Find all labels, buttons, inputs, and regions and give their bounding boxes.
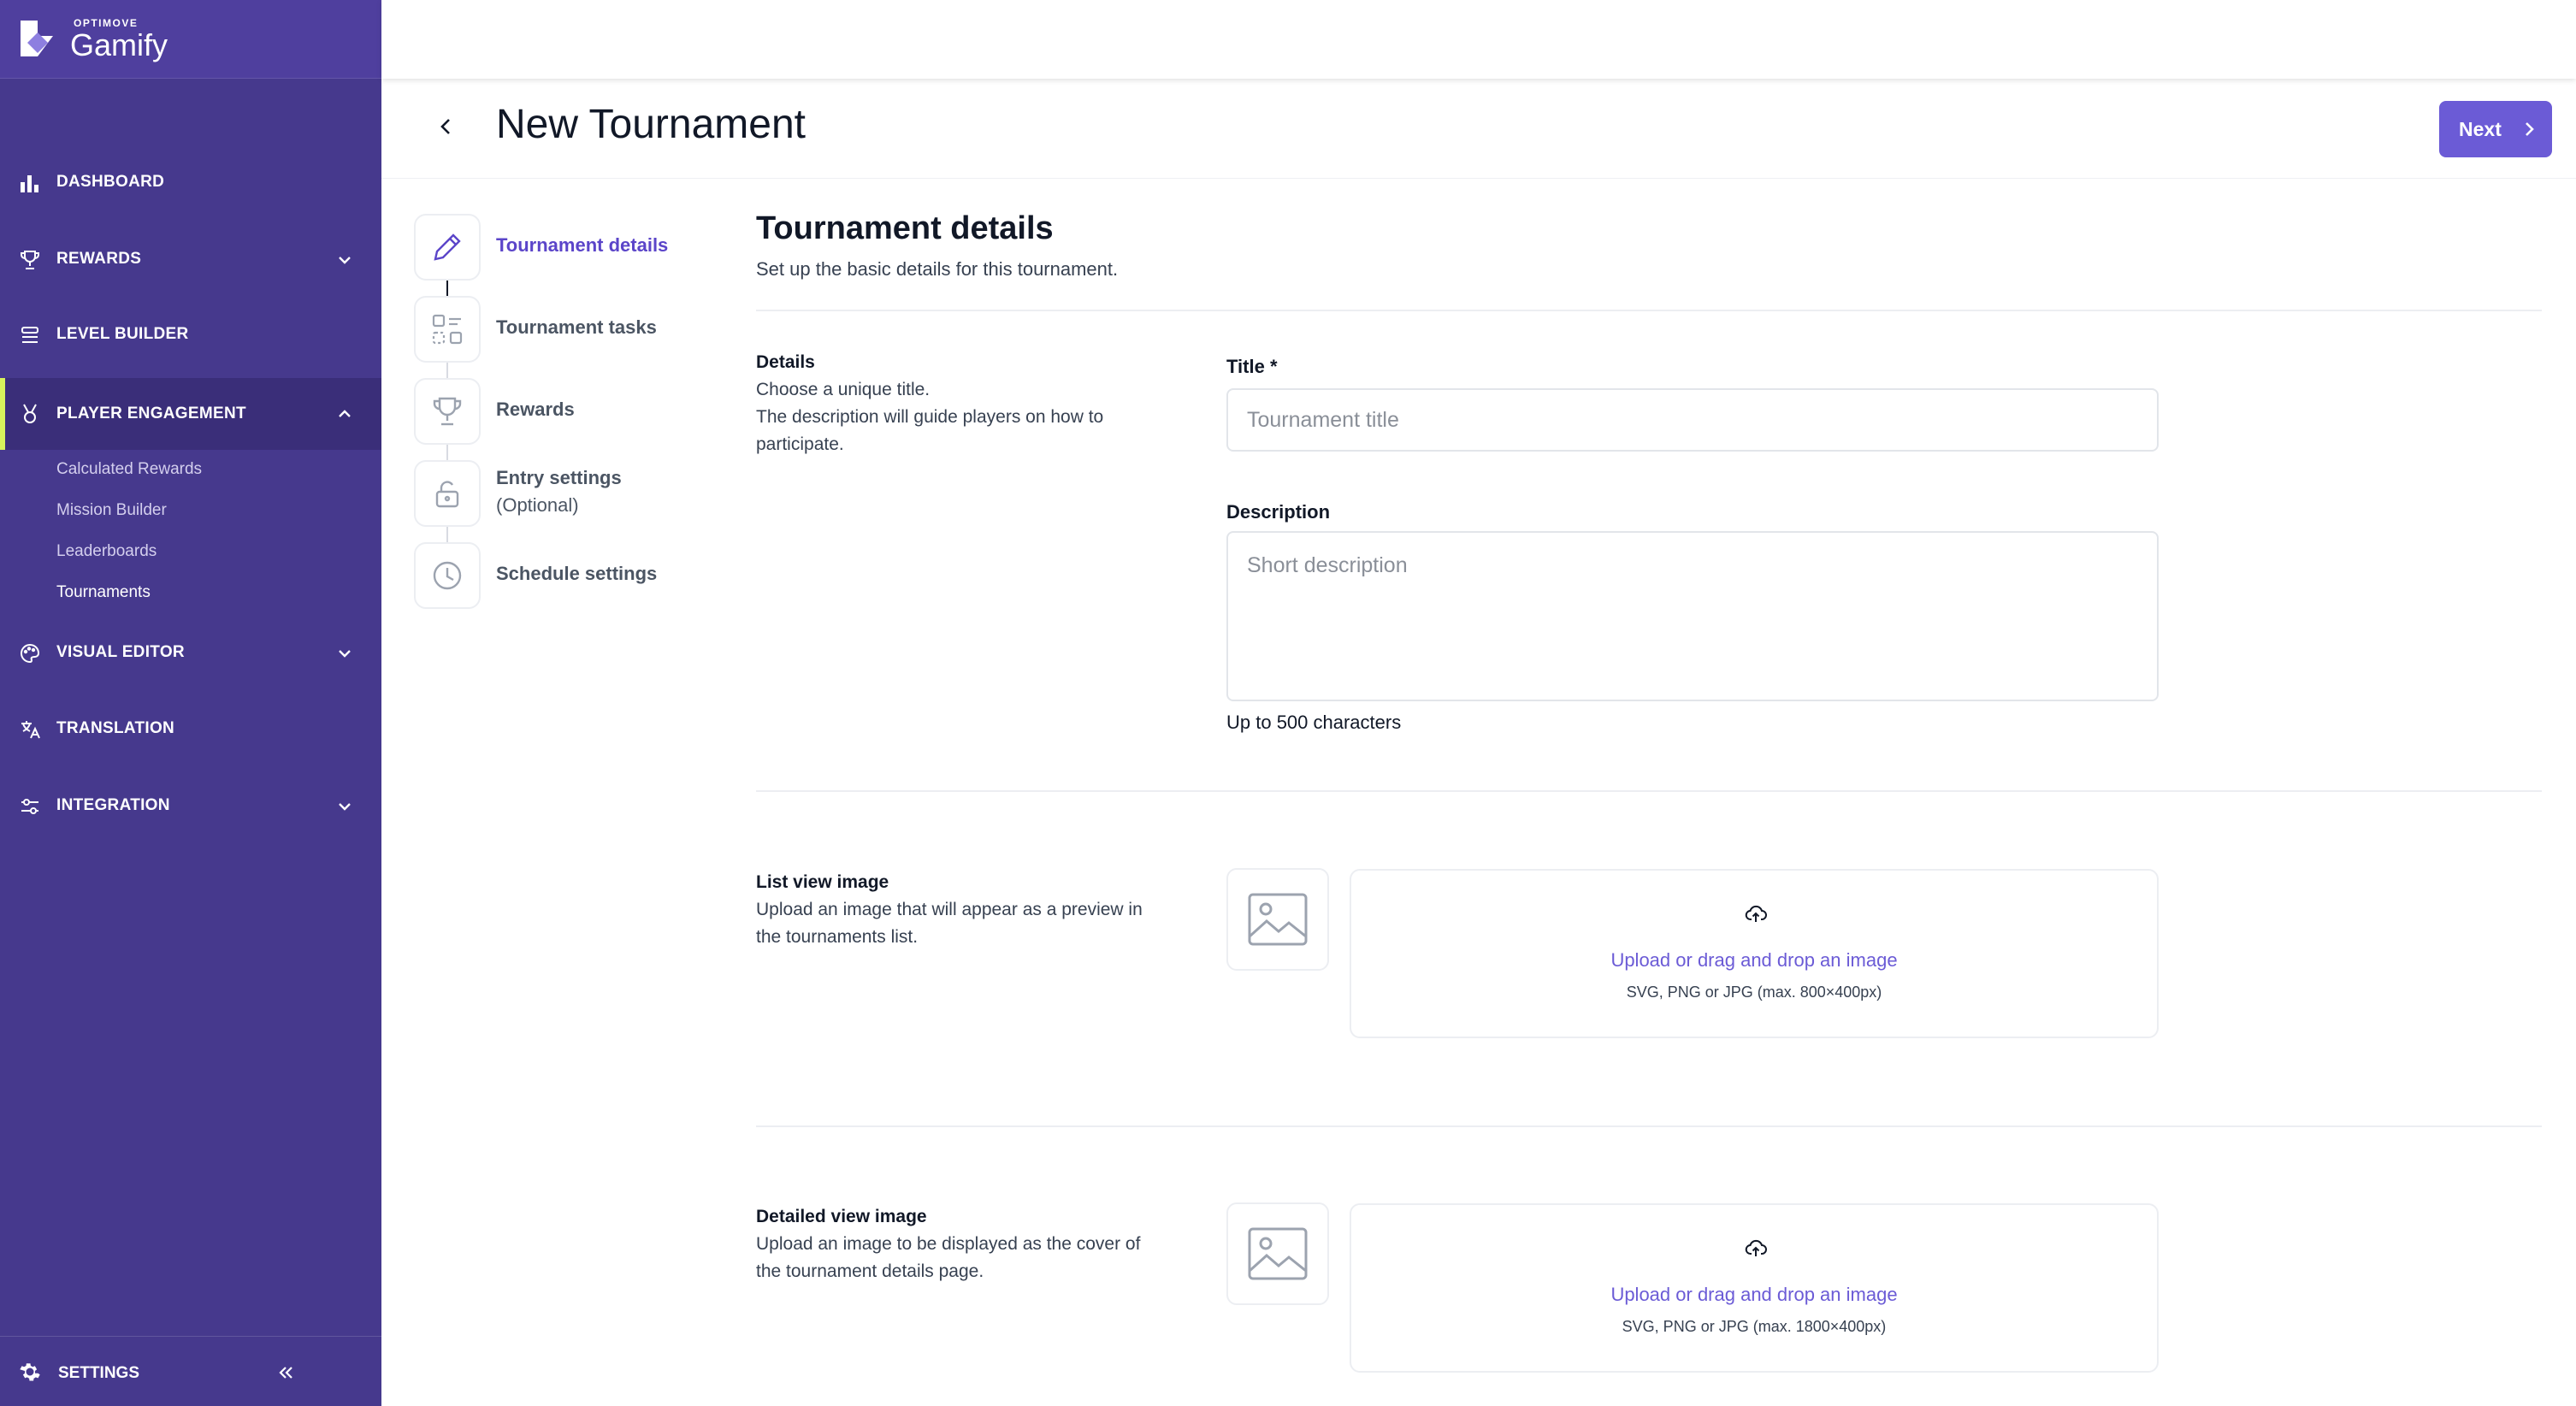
sidebar-footer: SETTINGS — [0, 1336, 381, 1406]
sidebar-subitem-mission-builder[interactable]: Mission Builder — [56, 501, 167, 520]
sidebar-subitem-leaderboards[interactable]: Leaderboards — [56, 542, 157, 561]
sidebar-item-label: LEVEL BUILDER — [56, 325, 189, 343]
sidebar-item-label: PLAYER ENGAGEMENT — [56, 405, 246, 422]
image-placeholder-icon — [1248, 893, 1308, 946]
chevron-down-icon[interactable] — [335, 644, 354, 663]
clock-icon — [433, 561, 462, 590]
sliders-icon — [21, 799, 38, 814]
list-image-group-description: Upload an image that will appear as a pr… — [756, 900, 1143, 947]
step-schedule-settings[interactable] — [414, 542, 481, 609]
sidebar-item-translation[interactable]: TRANSLATION — [0, 695, 381, 762]
step-rewards[interactable] — [414, 378, 481, 445]
step-label-line: Entry settings — [496, 467, 622, 488]
brand-product: Gamify — [70, 27, 168, 62]
details-desc-line: The description will guide players on ho… — [756, 407, 1104, 454]
title-field-label: Title * — [1226, 356, 1278, 377]
next-button-label: Next — [2459, 117, 2502, 140]
sidebar: OPTIMOVE Gamify DASHBOARD REWARDS LEVEL … — [0, 0, 381, 1406]
sidebar-item-player-engagement[interactable]: PLAYER ENGAGEMENT — [0, 378, 381, 450]
detail-image-dropzone[interactable]: Upload or drag and drop an image SVG, PN… — [1350, 1203, 2159, 1373]
sidebar-header: OPTIMOVE Gamify — [0, 0, 381, 79]
sidebar-item-level-builder[interactable]: LEVEL BUILDER — [0, 301, 381, 368]
unlock-icon — [435, 481, 459, 508]
sidebar-item-integration[interactable]: INTEGRATION — [0, 772, 381, 839]
section-subtitle: Set up the basic details for this tourna… — [756, 258, 1119, 280]
chevron-up-icon[interactable] — [335, 405, 354, 423]
page-title: New Tournament — [496, 102, 806, 147]
details-group-description: Choose a unique title. The description w… — [756, 376, 1149, 458]
step-connector — [446, 363, 448, 378]
next-button[interactable]: Next — [2439, 101, 2552, 157]
tasks-icon — [432, 314, 463, 345]
description-hint: Up to 500 characters — [1226, 712, 1402, 733]
sidebar-item-label: TRANSLATION — [56, 719, 175, 737]
detail-image-group-description: Upload an image to be displayed as the c… — [756, 1234, 1141, 1281]
chevron-down-icon[interactable] — [335, 797, 354, 816]
section-divider — [756, 790, 2542, 792]
trophy-icon — [21, 251, 39, 269]
chevron-right-icon — [2526, 122, 2534, 136]
sidebar-subitem-calculated-rewards[interactable]: Calculated Rewards — [56, 460, 202, 479]
sidebar-item-label: DASHBOARD — [56, 173, 165, 191]
top-bar — [381, 0, 2576, 79]
step-label-tournament-tasks[interactable]: Tournament tasks — [496, 314, 657, 341]
detail-image-thumbnail — [1226, 1202, 1329, 1305]
step-connector — [446, 281, 448, 296]
sidebar-item-label: REWARDS — [56, 250, 142, 268]
section-divider — [756, 1125, 2542, 1127]
description-textarea[interactable] — [1226, 531, 2159, 701]
image-placeholder-icon — [1248, 1227, 1308, 1280]
step-label-schedule-settings[interactable]: Schedule settings — [496, 560, 657, 588]
step-connector — [446, 445, 448, 460]
chevron-down-icon[interactable] — [335, 251, 354, 269]
bar-chart-icon — [21, 175, 38, 192]
translate-icon — [21, 721, 40, 739]
sidebar-item-rewards[interactable]: REWARDS — [0, 226, 381, 292]
step-label-rewards[interactable]: Rewards — [496, 396, 575, 423]
collapse-sidebar-icon[interactable] — [275, 1362, 296, 1383]
step-connector — [446, 527, 448, 542]
palette-icon — [21, 643, 40, 664]
step-tournament-tasks[interactable] — [414, 296, 481, 363]
upload-link[interactable]: Upload or drag and drop an image — [1351, 1284, 2157, 1306]
step-label-optional: (Optional) — [496, 494, 579, 516]
title-input[interactable] — [1226, 388, 2159, 452]
trophy-icon — [433, 397, 462, 426]
sidebar-item-label: VISUAL EDITOR — [56, 643, 185, 661]
medal-icon — [23, 404, 37, 423]
details-desc-line: Choose a unique title. — [756, 380, 931, 399]
step-label-tournament-details[interactable]: Tournament details — [496, 232, 668, 259]
sidebar-item-dashboard[interactable]: DASHBOARD — [0, 149, 381, 216]
description-field-label: Description — [1226, 501, 1331, 523]
step-entry-settings[interactable] — [414, 460, 481, 527]
pencil-icon — [434, 233, 461, 261]
sidebar-item-visual-editor[interactable]: VISUAL EDITOR — [0, 619, 381, 686]
upload-icon — [1745, 905, 1767, 922]
list-image-thumbnail — [1226, 868, 1329, 971]
list-image-group-title: List view image — [756, 872, 889, 892]
section-divider — [756, 310, 2542, 311]
section-title: Tournament details — [756, 210, 1054, 246]
upload-link[interactable]: Upload or drag and drop an image — [1351, 949, 2157, 972]
gamify-logo-icon — [21, 21, 53, 56]
back-arrow-icon[interactable] — [434, 115, 458, 139]
upload-formats: SVG, PNG or JPG (max. 1800×400px) — [1622, 1318, 1887, 1335]
sidebar-subitem-tournaments[interactable]: Tournaments — [56, 583, 151, 602]
gear-icon[interactable] — [19, 1361, 41, 1383]
upload-icon — [1745, 1239, 1767, 1256]
details-group-title: Details — [756, 352, 815, 372]
upload-formats: SVG, PNG or JPG (max. 800×400px) — [1626, 984, 1882, 1001]
sidebar-item-label: INTEGRATION — [56, 796, 170, 814]
step-tournament-details[interactable] — [414, 214, 481, 281]
header-divider — [381, 178, 2576, 179]
layers-icon — [21, 327, 38, 343]
detail-image-group-title: Detailed view image — [756, 1207, 927, 1226]
settings-label[interactable]: SETTINGS — [58, 1364, 139, 1383]
list-image-dropzone[interactable]: Upload or drag and drop an image SVG, PN… — [1350, 869, 2159, 1038]
step-label-entry-settings[interactable]: Entry settings (Optional) — [496, 464, 622, 519]
